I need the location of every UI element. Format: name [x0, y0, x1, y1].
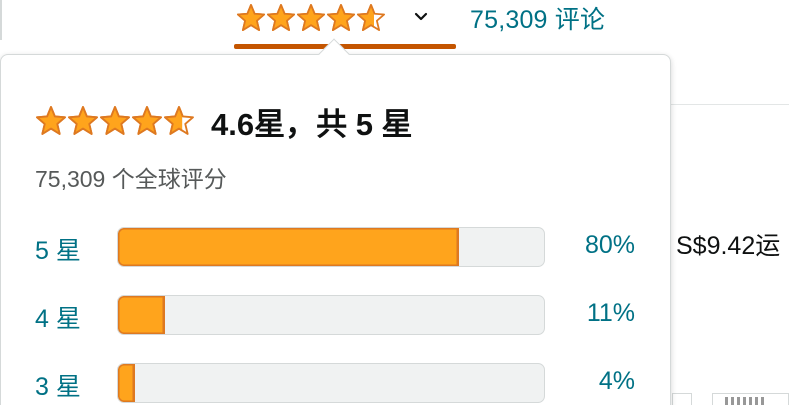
histogram-percent[interactable]: 11% — [587, 299, 635, 328]
shipping-price-text: S$9.42运 — [676, 232, 781, 260]
global-ratings-count: 75,309 个全球评分 — [35, 166, 227, 192]
star-half-icon — [357, 4, 385, 32]
rating-popover-trigger[interactable] — [234, 0, 456, 50]
histogram-label[interactable]: 4 星 — [35, 299, 81, 335]
star-full-icon — [297, 4, 325, 32]
histogram-bar-track[interactable] — [117, 363, 545, 403]
star-full-icon — [267, 4, 295, 32]
background-divider — [660, 104, 789, 105]
star-rating — [35, 105, 195, 139]
page-edge — [0, 0, 2, 40]
star-full-icon — [132, 105, 162, 135]
active-underline — [234, 44, 456, 49]
star-full-icon — [100, 105, 130, 135]
histogram-bar-fill — [118, 228, 459, 266]
histogram-percent[interactable]: 4% — [599, 367, 635, 396]
histogram-row-4-star[interactable]: 4 星 11% — [35, 295, 635, 335]
star-half-icon — [164, 105, 194, 135]
star-full-icon — [237, 4, 265, 32]
histogram-label[interactable]: 5 星 — [35, 231, 81, 267]
histogram-bar-track[interactable] — [117, 227, 545, 267]
thumbnail-image[interactable] — [712, 393, 789, 405]
histogram-percent[interactable]: 80% — [585, 231, 635, 260]
histogram-row-5-star[interactable]: 5 星 80% — [35, 227, 635, 267]
histogram-label[interactable]: 3 星 — [35, 367, 81, 403]
histogram-bar-fill — [118, 364, 136, 402]
rating-title: 4.6星，共 5 星 — [211, 107, 413, 142]
chevron-down-icon — [414, 12, 428, 21]
star-full-icon — [68, 105, 98, 135]
thumbnail-image[interactable] — [672, 393, 692, 405]
histogram-bar-fill — [118, 296, 165, 334]
rating-popover: 4.6星，共 5 星 75,309 个全球评分 5 星 80% 4 星 11% … — [0, 38, 671, 405]
histogram-row-3-star[interactable]: 3 星 4% — [35, 363, 635, 403]
review-count-link[interactable]: 75,309 评论 — [470, 0, 605, 36]
star-full-icon — [327, 4, 355, 32]
star-rating — [236, 3, 386, 32]
histogram-bar-track[interactable] — [117, 295, 545, 335]
popover-header: 4.6星，共 5 星 — [35, 99, 413, 144]
star-full-icon — [36, 105, 66, 135]
